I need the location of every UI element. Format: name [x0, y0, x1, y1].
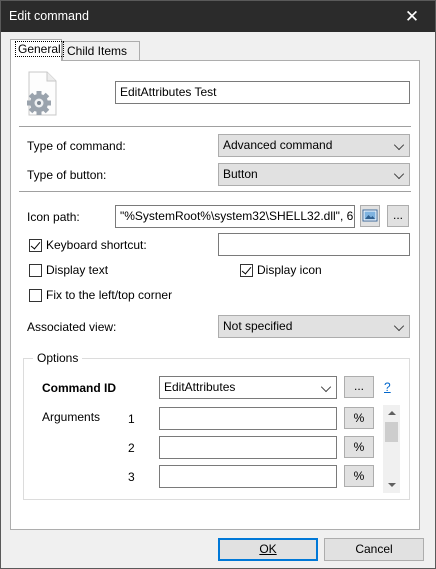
- argument-variable-button[interactable]: %: [344, 465, 374, 487]
- type-of-button-value: Button: [223, 167, 258, 181]
- chevron-down-icon: [393, 320, 405, 332]
- display-icon-checkbox[interactable]: [240, 264, 253, 277]
- tab-child-items[interactable]: Child Items: [62, 41, 140, 60]
- argument-input[interactable]: [159, 407, 337, 430]
- icon-path-input[interactable]: "%SystemRoot%\system32\SHELL32.dll", 69: [115, 205, 355, 228]
- separator: [19, 126, 411, 127]
- keyboard-shortcut-input[interactable]: [218, 233, 410, 256]
- help-link[interactable]: ?: [384, 380, 391, 394]
- associated-view-select[interactable]: Not specified: [218, 315, 410, 338]
- type-of-button-select[interactable]: Button: [218, 163, 410, 186]
- options-title: Options: [33, 351, 83, 365]
- command-name-input[interactable]: EditAttributes Test: [115, 81, 410, 104]
- tab-general-label: General: [15, 41, 64, 57]
- display-icon-label: Display icon: [257, 263, 322, 277]
- argument-input[interactable]: [159, 465, 337, 488]
- arguments-scrollbar[interactable]: [383, 405, 400, 493]
- browse-icon-path-button[interactable]: ...: [387, 205, 409, 227]
- title-bar[interactable]: Edit command ✕: [1, 1, 435, 32]
- argument-input[interactable]: [159, 436, 337, 459]
- type-of-button-label: Type of button:: [27, 168, 107, 182]
- separator: [19, 191, 411, 192]
- command-id-browse-button[interactable]: ...: [344, 376, 374, 398]
- pick-icon-button[interactable]: [360, 205, 380, 227]
- argument-index: 2: [128, 441, 135, 455]
- scroll-up-icon[interactable]: [388, 411, 396, 415]
- chevron-down-icon: [393, 139, 405, 151]
- fix-corner-label: Fix to the left/top corner: [46, 288, 173, 302]
- ok-button[interactable]: OK: [218, 538, 318, 561]
- fix-corner-checkbox[interactable]: [29, 289, 42, 302]
- tab-general[interactable]: General: [10, 39, 64, 61]
- chevron-down-icon: [393, 168, 405, 180]
- tab-child-items-label: Child Items: [67, 44, 128, 58]
- argument-variable-button[interactable]: %: [344, 436, 374, 458]
- scrollbar-thumb[interactable]: [385, 422, 398, 442]
- type-of-command-label: Type of command:: [27, 139, 126, 153]
- argument-variable-button[interactable]: %: [344, 407, 374, 429]
- argument-index: 1: [128, 412, 135, 426]
- keyboard-shortcut-checkbox[interactable]: [29, 239, 42, 252]
- image-icon: [362, 209, 378, 222]
- scroll-down-icon[interactable]: [388, 483, 396, 487]
- command-id-value: EditAttributes: [164, 380, 236, 394]
- close-icon[interactable]: ✕: [389, 1, 435, 32]
- keyboard-shortcut-label: Keyboard shortcut:: [46, 238, 147, 252]
- command-id-select[interactable]: EditAttributes: [159, 376, 337, 399]
- display-text-checkbox[interactable]: [29, 264, 42, 277]
- chevron-down-icon: [320, 381, 332, 393]
- display-text-label: Display text: [46, 263, 109, 277]
- type-of-command-select[interactable]: Advanced command: [218, 134, 410, 157]
- icon-path-label: Icon path:: [27, 210, 80, 224]
- cancel-button[interactable]: Cancel: [324, 538, 424, 561]
- argument-index: 3: [128, 470, 135, 484]
- general-panel: EditAttributes Test Type of command: Adv…: [10, 60, 420, 530]
- arguments-label: Arguments: [42, 410, 101, 424]
- associated-view-label: Associated view:: [27, 320, 117, 334]
- associated-view-value: Not specified: [223, 319, 293, 333]
- ok-label: OK: [259, 542, 277, 556]
- command-id-label: Command ID: [42, 381, 117, 395]
- edit-command-dialog: Edit command ✕ General Child Items EditA…: [0, 0, 436, 569]
- type-of-command-value: Advanced command: [223, 138, 333, 152]
- cancel-label: Cancel: [355, 542, 393, 556]
- window-title: Edit command: [9, 9, 89, 23]
- gear-document-icon: [25, 71, 59, 117]
